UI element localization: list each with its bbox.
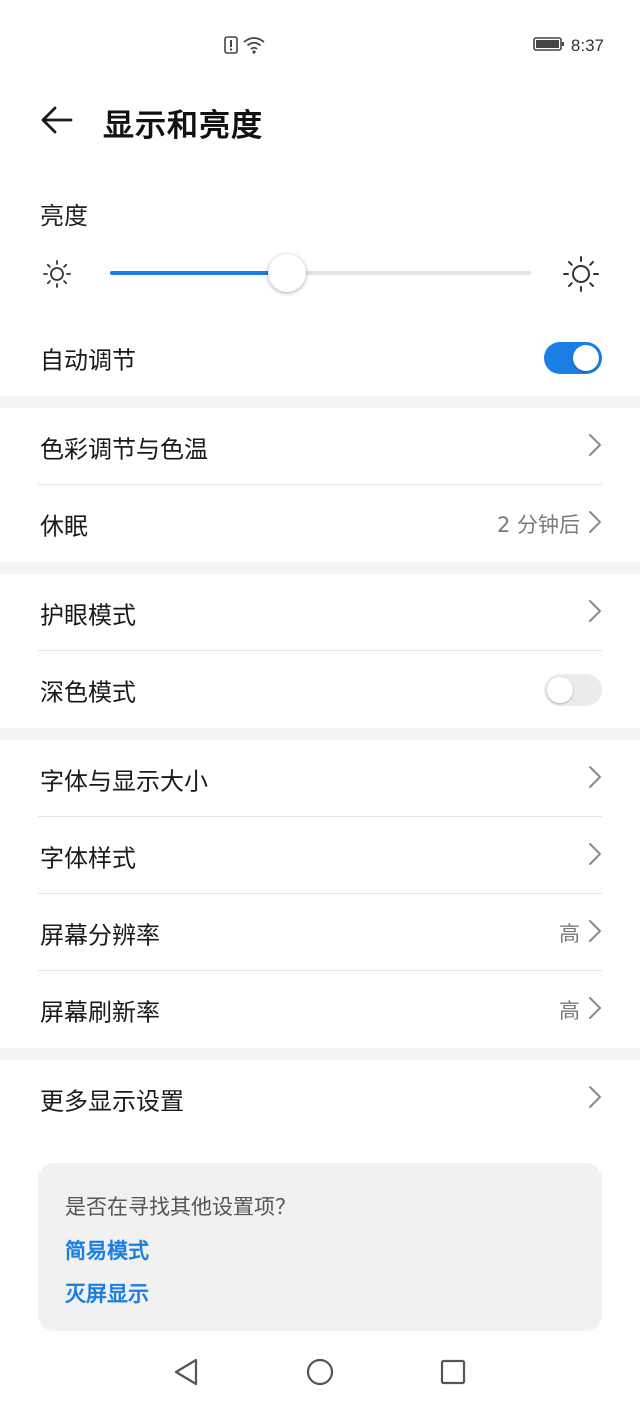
nav-bar <box>0 1340 640 1408</box>
color-temp-row[interactable]: 色彩调节与色温 <box>0 408 640 485</box>
toggle-knob <box>573 344 599 371</box>
suggestions-card: 是否在寻找其他设置项？ 简易模式 灭屏显示 <box>38 1163 602 1331</box>
status-icons-right: 8:37 <box>533 36 604 56</box>
sun-small-icon <box>42 259 72 293</box>
section-gap <box>0 728 640 740</box>
toggle-knob <box>547 676 573 703</box>
wifi-icon <box>242 36 266 58</box>
always-on-display-link[interactable]: 灭屏显示 <box>65 1278 149 1308</box>
sleep-value: 2 分钟后 <box>496 512 580 537</box>
refresh-rate-row[interactable]: 屏幕刷新率 高 <box>0 971 640 1048</box>
sun-large-icon <box>562 255 600 297</box>
more-display-label: 更多显示设置 <box>40 1087 184 1115</box>
more-display-row[interactable]: 更多显示设置 <box>0 1060 640 1137</box>
font-size-row[interactable]: 字体与显示大小 <box>0 740 640 817</box>
font-style-row[interactable]: 字体样式 <box>0 817 640 894</box>
suggestions-question: 是否在寻找其他设置项？ <box>65 1195 296 1219</box>
header: 显示和亮度 <box>0 92 640 154</box>
back-triangle-icon <box>173 1357 199 1391</box>
brightness-slider-thumb[interactable] <box>268 254 306 292</box>
eye-comfort-label: 护眼模式 <box>40 601 136 629</box>
refresh-rate-value: 高 <box>559 998 580 1023</box>
brightness-slider-row <box>0 250 640 298</box>
auto-adjust-toggle[interactable] <box>544 341 602 374</box>
page-title: 显示和亮度 <box>103 108 263 144</box>
font-size-label: 字体与显示大小 <box>40 767 208 795</box>
dark-mode-label: 深色模式 <box>40 678 136 706</box>
resolution-row[interactable]: 屏幕分辨率 高 <box>0 894 640 971</box>
chevron-right-icon <box>588 765 602 793</box>
chevron-right-icon <box>588 433 602 461</box>
simple-mode-link[interactable]: 简易模式 <box>65 1235 149 1265</box>
resolution-label: 屏幕分辨率 <box>40 921 160 949</box>
nav-back-button[interactable] <box>166 1354 206 1394</box>
refresh-rate-label: 屏幕刷新率 <box>40 998 160 1026</box>
font-style-label: 字体样式 <box>40 844 136 872</box>
sleep-label: 休眠 <box>40 512 88 540</box>
chevron-right-icon <box>588 842 602 870</box>
brightness-slider-fill <box>110 271 287 275</box>
section-gap <box>0 396 640 408</box>
status-bar: 8:37 <box>0 0 640 92</box>
resolution-value: 高 <box>559 921 580 946</box>
section-gap <box>0 562 640 574</box>
brightness-label: 亮度 <box>40 202 88 230</box>
arrow-left-icon <box>39 105 73 139</box>
back-button[interactable] <box>36 102 76 142</box>
chevron-right-icon <box>588 1085 602 1113</box>
dark-mode-toggle[interactable] <box>544 673 602 706</box>
nav-recents-button[interactable] <box>433 1354 473 1394</box>
eye-comfort-row[interactable]: 护眼模式 <box>0 574 640 651</box>
section-gap <box>0 1048 640 1060</box>
color-temp-label: 色彩调节与色温 <box>40 435 208 463</box>
chevron-right-icon <box>588 996 602 1024</box>
chevron-right-icon <box>588 510 602 538</box>
dark-mode-row[interactable]: 深色模式 <box>0 651 640 728</box>
status-icons-center <box>224 36 266 58</box>
sleep-row[interactable]: 休眠 2 分钟后 <box>0 485 640 562</box>
recents-square-icon <box>440 1359 466 1389</box>
auto-adjust-label: 自动调节 <box>40 346 136 374</box>
chevron-right-icon <box>588 919 602 947</box>
battery-icon <box>533 36 565 56</box>
home-circle-icon <box>305 1357 335 1391</box>
status-time: 8:37 <box>570 36 604 55</box>
nav-home-button[interactable] <box>300 1354 340 1394</box>
alert-icon <box>224 36 238 58</box>
brightness-slider[interactable] <box>110 271 531 275</box>
auto-adjust-row[interactable]: 自动调节 <box>0 319 640 396</box>
chevron-right-icon <box>588 599 602 627</box>
